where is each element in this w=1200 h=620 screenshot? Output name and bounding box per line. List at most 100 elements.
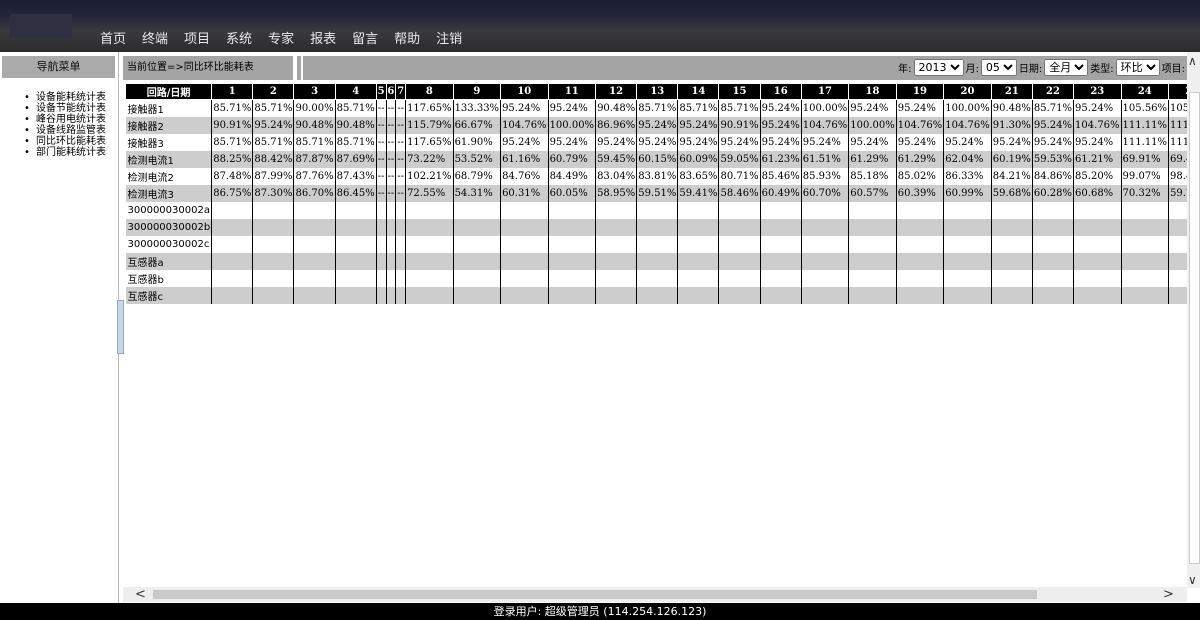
item-label: 项目: — [1161, 64, 1185, 75]
table-cell — [801, 287, 850, 304]
sidebar-item[interactable]: 设备节能统计表 — [24, 103, 106, 114]
scroll-right-icon[interactable]: > — [1163, 587, 1174, 602]
table-cell — [405, 270, 454, 287]
table-cell — [252, 270, 295, 287]
sidebar-item[interactable]: 设备能耗统计表 — [24, 92, 106, 103]
table-cell: 86.33% — [943, 168, 992, 185]
month-select[interactable]: 05 — [980, 59, 1017, 76]
table-cell — [896, 236, 945, 253]
table-cell — [386, 219, 397, 236]
day-header: 1 — [211, 83, 254, 100]
nav-item[interactable]: 终端 — [142, 28, 168, 47]
table-cell — [211, 202, 254, 219]
table-cell — [848, 236, 897, 253]
table-cell: 98.42% — [1168, 168, 1187, 185]
day-header: 21 — [990, 83, 1033, 100]
sidebar-item[interactable]: 峰谷用电统计表 — [24, 114, 106, 125]
table-cell: 95.24% — [848, 134, 897, 151]
nav-item[interactable]: 系统 — [226, 28, 252, 47]
table-cell: 104.76% — [801, 117, 850, 134]
table-cell — [677, 219, 720, 236]
table-cell — [1168, 219, 1187, 236]
table-cell — [848, 287, 897, 304]
table-cell — [376, 287, 387, 304]
horizontal-scrollbar[interactable]: < > — [123, 587, 1187, 602]
table-row: 检测电流3 86.75% 87.30% 86.70% 86.45% -- -- -- 72.55… — [125, 185, 1187, 202]
table-cell — [548, 287, 597, 304]
table-cell — [801, 253, 850, 270]
sidebar-splitter[interactable] — [117, 300, 124, 354]
table-cell: 85.71% — [335, 99, 377, 117]
type-select[interactable]: 环比 — [1115, 59, 1160, 76]
table-cell — [386, 253, 397, 270]
table-cell: 90.48% — [335, 117, 377, 134]
table-cell: 60.99% — [943, 185, 992, 202]
table-cell: 88.42% — [252, 151, 295, 168]
table-cell: 60.79% — [548, 151, 597, 168]
year-select[interactable]: 2013 — [913, 59, 964, 76]
table-cell — [500, 253, 549, 270]
table-cell — [1032, 202, 1075, 219]
row-label: 300000030002b — [125, 219, 213, 236]
table-cell — [335, 236, 377, 253]
nav-item[interactable]: 报表 — [310, 28, 336, 47]
date-select[interactable]: 全月 — [1044, 59, 1089, 76]
table-cell: 111.11% — [1168, 134, 1187, 151]
table-row: 接触器1 85.71% 85.71% 90.00% 85.71% -- -- -- 117.65… — [125, 99, 1187, 117]
row-label: 检测电流3 — [125, 185, 213, 202]
table-cell: 85.71% — [252, 134, 295, 151]
table-cell — [548, 236, 597, 253]
table-row: 互感器c — [125, 287, 1187, 304]
table-cell: -- — [376, 185, 387, 202]
table-cell: 95.24% — [500, 99, 549, 117]
table-cell: 53.52% — [453, 151, 502, 168]
table-cell — [500, 270, 549, 287]
table-cell: 102.21% — [405, 168, 454, 185]
table-cell — [1032, 219, 1075, 236]
scroll-down-icon[interactable]: ∨ — [1188, 573, 1197, 587]
sidebar-item[interactable]: 部门能耗统计表 — [24, 147, 106, 158]
table-cell — [405, 202, 454, 219]
horizontal-scroll-thumb[interactable] — [153, 590, 1037, 599]
row-label: 接触器3 — [125, 134, 213, 151]
nav-item[interactable]: 帮助 — [394, 28, 420, 47]
vertical-scrollbar[interactable]: ∧ ∨ — [1187, 52, 1200, 588]
table-cell — [500, 287, 549, 304]
table-cell: 90.91% — [211, 117, 254, 134]
vertical-scroll-thumb[interactable] — [1189, 92, 1200, 564]
table-cell — [943, 287, 992, 304]
table-cell — [943, 202, 992, 219]
day-header: 9 — [452, 83, 502, 100]
day-header: 8 — [405, 83, 454, 100]
table-cell — [500, 236, 549, 253]
scroll-left-icon[interactable]: < — [135, 587, 146, 602]
table-cell — [718, 219, 761, 236]
nav-item[interactable]: 注销 — [436, 28, 462, 47]
scroll-up-icon[interactable]: ∧ — [1188, 54, 1197, 68]
table-cell: 85.71% — [335, 134, 377, 151]
table-cell — [1121, 270, 1170, 287]
table-cell: 85.71% — [718, 99, 761, 117]
table-cell: 84.21% — [991, 168, 1033, 185]
table-cell — [677, 202, 720, 219]
nav-item[interactable]: 首页 — [100, 28, 126, 47]
day-header: 25 — [1168, 83, 1187, 100]
table-cell: 85.46% — [760, 168, 802, 185]
table-cell: 61.29% — [848, 151, 897, 168]
table-cell: 87.87% — [293, 151, 336, 168]
table-cell — [896, 287, 945, 304]
table-cell: 95.24% — [718, 134, 761, 151]
table-cell — [896, 202, 945, 219]
sidebar-item[interactable]: 设备线路监管表 — [24, 125, 106, 136]
table-cell: 59.41% — [677, 185, 720, 202]
table-row: 300000030002b — [125, 219, 1187, 236]
table-cell: 60.09% — [677, 151, 720, 168]
nav-item[interactable]: 留言 — [352, 28, 378, 47]
table-cell — [896, 253, 945, 270]
nav-item[interactable]: 专家 — [268, 28, 294, 47]
nav-item[interactable]: 项目 — [184, 28, 210, 47]
table-cell — [1168, 270, 1187, 287]
table-cell — [718, 236, 761, 253]
sidebar-item[interactable]: 同比环比能耗表 — [24, 136, 106, 147]
table-cell — [1121, 253, 1170, 270]
